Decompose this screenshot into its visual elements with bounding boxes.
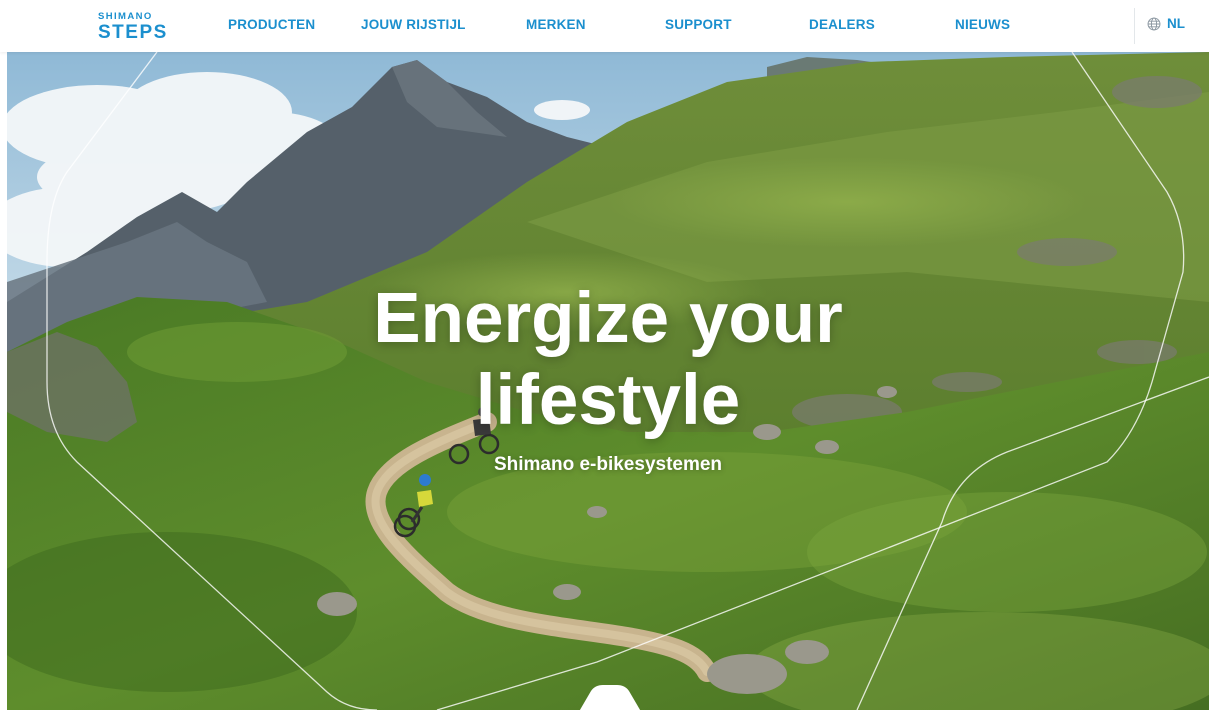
nav-item-merken[interactable]: MERKEN <box>526 17 586 32</box>
hero-subtitle: Shimano e-bikesystemen <box>493 454 723 475</box>
hero-title: Energize your lifestyle <box>7 278 1209 442</box>
language-label: NL <box>1167 16 1185 31</box>
nav-item-producten[interactable]: PRODUCTEN <box>228 17 315 32</box>
nav-item-nieuws[interactable]: NIEUWS <box>955 17 1010 32</box>
scroll-down-icon[interactable] <box>577 685 643 710</box>
globe-icon <box>1147 17 1161 30</box>
nav-item-jouw-rijstijl[interactable]: JOUW RIJSTIJL <box>361 17 466 32</box>
nav-item-support[interactable]: SUPPORT <box>665 17 732 32</box>
hero-section: Energize your lifestyle Shimano e-bikesy… <box>7 52 1209 710</box>
nav-item-dealers[interactable]: DEALERS <box>809 17 875 32</box>
shimano-steps-logo[interactable]: SHIMANO STEPS <box>98 11 186 43</box>
language-selector[interactable]: NL <box>1147 16 1185 31</box>
logo-shimano-text: SHIMANO <box>98 11 153 22</box>
logo-steps-text: STEPS <box>98 22 168 43</box>
hero-title-line-2: lifestyle <box>475 361 741 440</box>
hero-title-line-1: Energize your <box>373 279 843 358</box>
top-navigation: SHIMANO STEPS PRODUCTEN JOUW RIJSTIJL ME… <box>0 0 1209 52</box>
nav-divider <box>1134 8 1135 44</box>
